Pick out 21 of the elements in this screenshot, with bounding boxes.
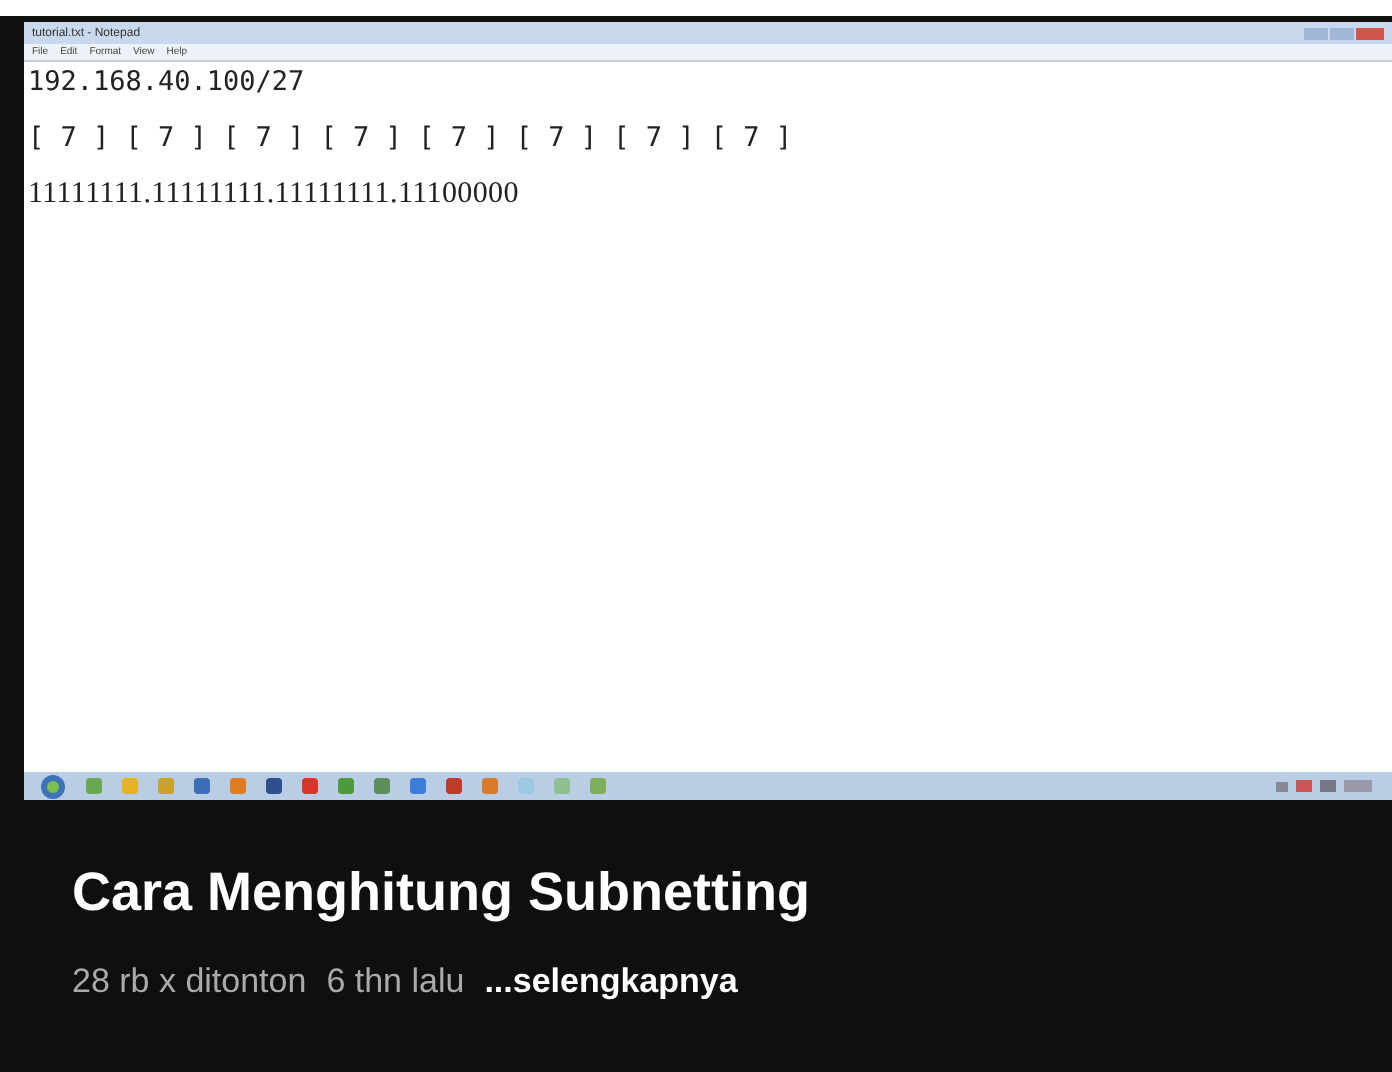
window-controls-icon bbox=[1304, 25, 1384, 41]
text-line: 192.168.40.100/27 bbox=[28, 66, 305, 98]
view-count: 28 rb x ditonton bbox=[72, 960, 307, 1004]
tray-icons bbox=[1276, 778, 1376, 794]
taskbar-app-icon[interactable] bbox=[338, 778, 354, 794]
taskbar-app-icon[interactable] bbox=[230, 778, 246, 794]
taskbar-app-icon[interactable] bbox=[194, 778, 210, 794]
upload-age: 6 thn lalu bbox=[326, 960, 465, 1004]
taskbar-app-icon[interactable] bbox=[374, 778, 390, 794]
taskbar-app-icon[interactable] bbox=[590, 778, 606, 794]
text-line: 11111111.11111111.11111111.11100000 bbox=[28, 178, 519, 210]
taskbar-app-icon[interactable] bbox=[446, 778, 462, 794]
show-more-link[interactable]: ...selengkapnya bbox=[484, 956, 738, 1007]
video-title: Cara Menghitung Subnetting bbox=[72, 860, 812, 924]
taskbar-app-icon[interactable] bbox=[410, 778, 426, 794]
start-orb-icon[interactable] bbox=[40, 773, 66, 799]
taskbar-app-icon[interactable] bbox=[266, 778, 282, 794]
taskbar-app-icon[interactable] bbox=[482, 778, 498, 794]
taskbar-app-icon[interactable] bbox=[302, 778, 318, 794]
text-line: [ 7 ] [ 7 ] [ 7 ] [ 7 ] [ 7 ] [ 7 ] [ 7 ] [ 7 ] bbox=[28, 122, 793, 154]
taskbar-app-icon[interactable] bbox=[86, 778, 102, 794]
